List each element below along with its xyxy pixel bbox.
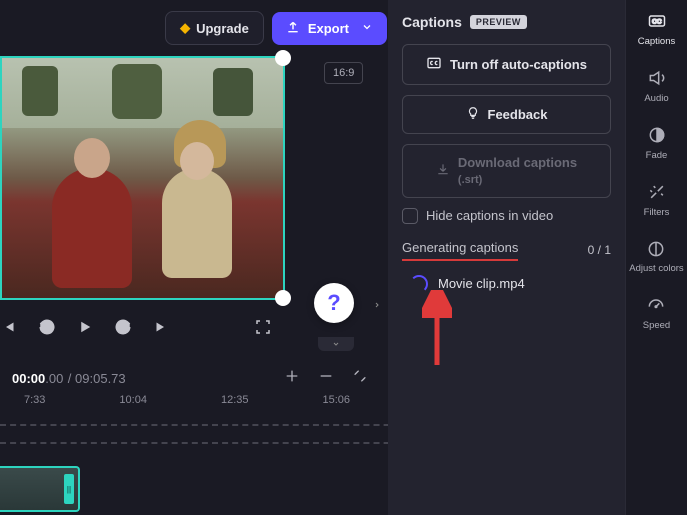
turn-off-auto-captions-button[interactable]: Turn off auto-captions [402,44,611,85]
timeline-track-empty[interactable] [0,424,430,444]
expand-timeline-handle[interactable] [318,337,354,351]
turn-off-label: Turn off auto-captions [450,57,587,72]
rail-filters[interactable]: Filters [644,181,670,218]
resize-handle-br[interactable] [275,290,291,306]
svg-text:CC: CC [652,19,662,26]
fit-icon[interactable] [352,368,368,389]
skip-start-icon[interactable] [0,318,18,341]
video-preview[interactable] [0,56,285,300]
caption-file-name: Movie clip.mp4 [438,276,525,291]
rail-filters-label: Filters [644,207,670,218]
upgrade-button[interactable]: ◆ Upgrade [165,11,264,45]
right-rail: CC Captions Audio Fade Filters Adjust co… [625,0,687,515]
clip-trim-handle[interactable]: || [64,474,74,504]
ruler-tick: 12:35 [221,394,249,406]
svg-text:5: 5 [120,325,124,332]
add-icon[interactable] [284,368,300,389]
download-icon [436,162,450,179]
transport-controls: 5 5 [0,310,170,349]
panel-collapse-handle[interactable] [370,295,384,315]
hide-captions-checkbox-row[interactable]: Hide captions in video [402,208,611,224]
ruler-tick: 10:04 [119,394,147,406]
hide-captions-label: Hide captions in video [426,208,553,223]
spinner-icon [410,275,428,293]
generating-captions-label: Generating captions [402,240,518,261]
upload-icon [286,20,300,37]
generating-count: 0 / 1 [588,243,611,257]
feedback-label: Feedback [488,107,548,122]
fade-icon [646,124,668,146]
adjust-colors-icon [645,238,667,260]
help-button[interactable]: ? [314,283,354,323]
cc-icon: CC [646,10,668,32]
rail-audio[interactable]: Audio [644,67,668,104]
forward-5-icon[interactable]: 5 [114,318,132,341]
captions-cc-icon [426,55,442,74]
minus-icon[interactable] [318,368,334,389]
captions-panel-title: Captions [402,14,462,30]
question-icon: ? [327,290,340,316]
diamond-icon: ◆ [180,20,190,36]
lightbulb-icon [466,106,480,123]
video-thumbnail [2,58,283,298]
download-captions-button[interactable]: Download captions (.srt) [402,144,611,198]
rail-speed[interactable]: Speed [643,294,670,331]
aspect-ratio-button[interactable]: 16:9 [324,62,363,84]
timeline-header: 00:00.00 / 09:05.73 [0,358,380,399]
feedback-button[interactable]: Feedback [402,95,611,134]
captions-panel: Captions PREVIEW Turn off auto-captions … [388,0,625,515]
hide-captions-checkbox[interactable] [402,208,418,224]
speed-icon [645,294,667,316]
time-current: 00:00 [12,371,45,386]
rail-speed-label: Speed [643,320,670,331]
time-display: 00:00.00 / 09:05.73 [12,370,126,388]
svg-text:5: 5 [44,325,48,332]
fullscreen-icon[interactable] [254,318,272,341]
timeline-clip[interactable]: || [0,466,80,512]
filters-icon [646,181,668,203]
rail-audio-label: Audio [644,93,668,104]
rail-captions[interactable]: CC Captions [638,10,676,47]
skip-end-icon[interactable] [152,318,170,341]
export-button[interactable]: Export [272,12,387,45]
rail-fade[interactable]: Fade [646,124,668,161]
speaker-icon [646,67,668,89]
chevron-down-icon [361,21,373,36]
caption-file-row: Movie clip.mp4 [402,275,611,293]
timeline-ruler[interactable]: 7:33 10:04 12:35 15:06 17:3 [0,394,430,406]
rail-adjust-label: Adjust colors [629,264,683,274]
download-sub: (.srt) [458,174,482,186]
time-total: 09:05 [75,371,108,386]
resize-handle-tr[interactable] [275,50,291,66]
rail-fade-label: Fade [646,150,668,161]
rewind-5-icon[interactable]: 5 [38,318,56,341]
ruler-tick: 15:06 [322,394,350,406]
export-label: Export [308,21,349,36]
ruler-tick: 7:33 [24,394,45,406]
preview-badge: PREVIEW [470,15,527,29]
play-icon[interactable] [76,318,94,341]
upgrade-label: Upgrade [196,21,249,36]
rail-adjust-colors[interactable]: Adjust colors [629,238,683,274]
rail-captions-label: Captions [638,36,676,47]
download-label: Download captions [458,155,577,170]
